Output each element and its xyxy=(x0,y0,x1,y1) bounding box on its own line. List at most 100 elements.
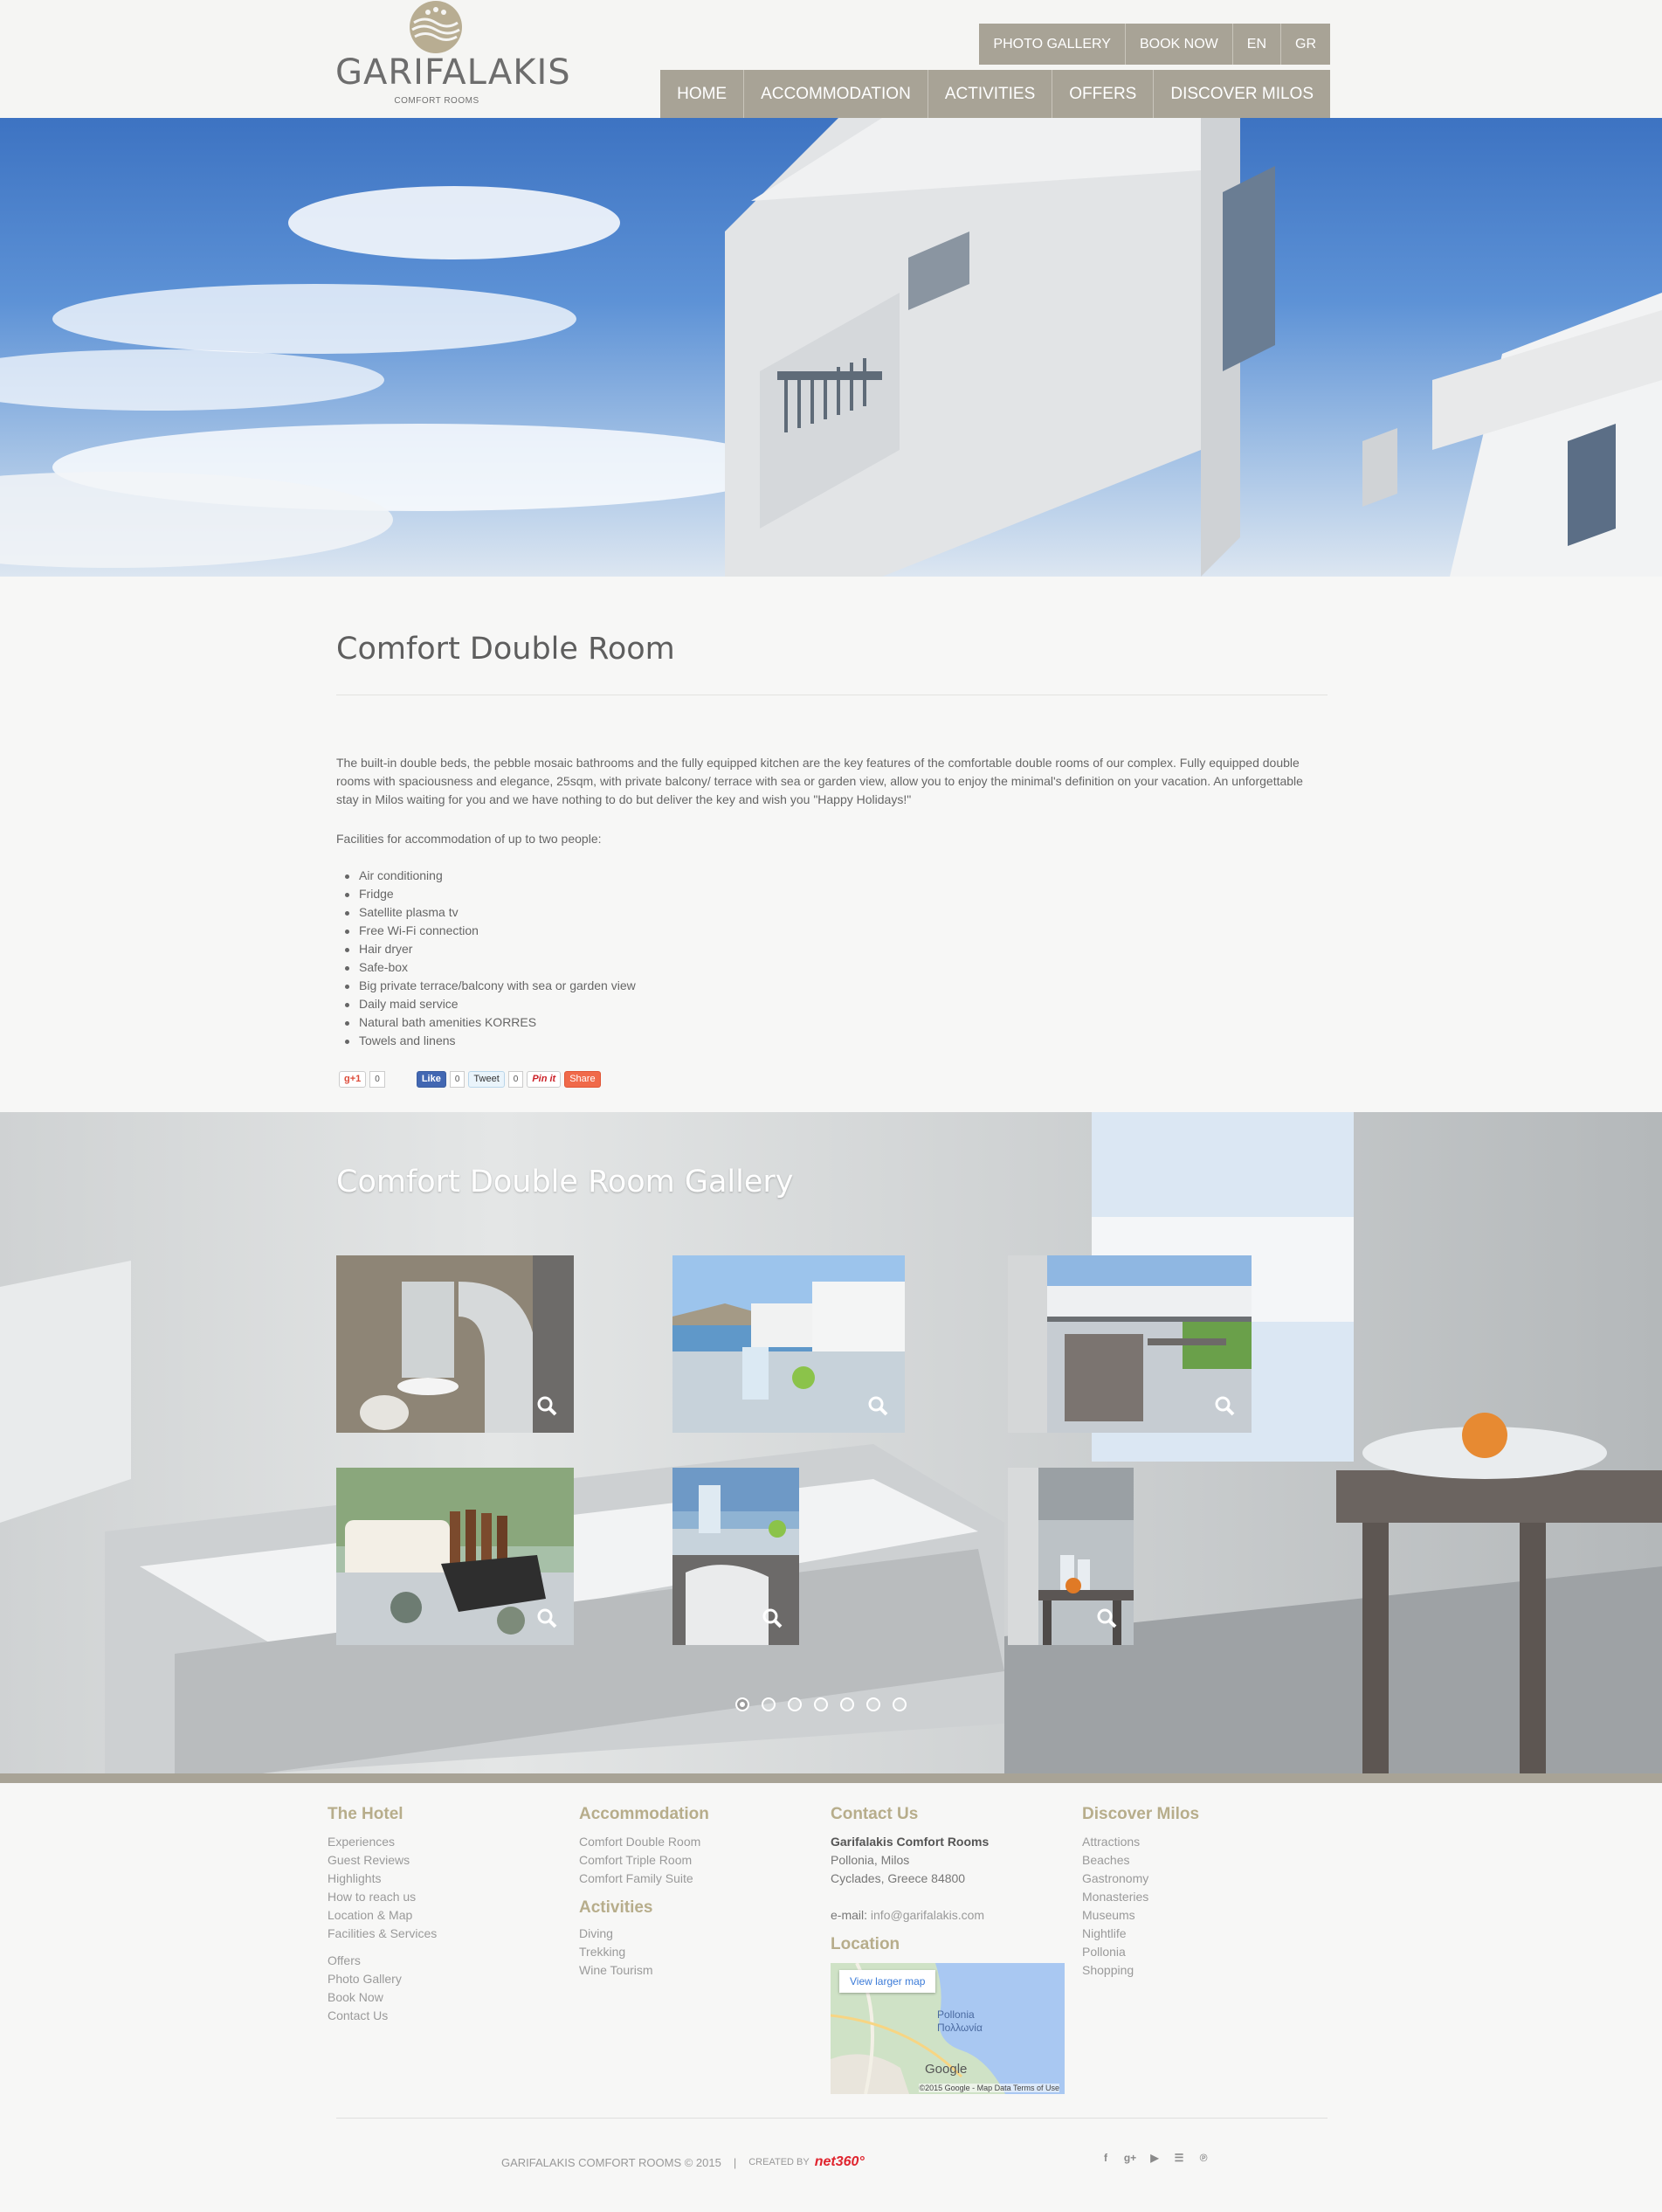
location-map[interactable]: View larger map Pollonia Πολλωνία Google… xyxy=(831,1963,1065,2094)
logo-emblem-icon xyxy=(410,1,462,53)
google-plus-button[interactable]: g+1 xyxy=(339,1070,367,1088)
gallery-thumb-sea-view[interactable] xyxy=(672,1255,905,1433)
footer-link-highlights[interactable]: Highlights xyxy=(328,1870,437,1888)
creator-logo[interactable]: net360° xyxy=(815,2154,865,2170)
logo-name: GARIFALAKIS xyxy=(335,52,571,93)
tweet-button[interactable]: Tweet xyxy=(468,1070,505,1088)
footer-link-nightlife[interactable]: Nightlife xyxy=(1082,1925,1199,1943)
book-now-link[interactable]: BOOK NOW xyxy=(1124,24,1232,65)
footer-link-guest-reviews[interactable]: Guest Reviews xyxy=(328,1851,437,1870)
lang-en-link[interactable]: EN xyxy=(1231,24,1280,65)
footer-link-shopping[interactable]: Shopping xyxy=(1082,1961,1199,1980)
gallery-page-dot-2[interactable] xyxy=(762,1697,776,1711)
footer-link-diving[interactable]: Diving xyxy=(579,1925,709,1943)
share-button[interactable]: Share xyxy=(564,1070,601,1088)
footer-link-attractions[interactable]: Attractions xyxy=(1082,1833,1199,1851)
footer-link-book-now[interactable]: Book Now xyxy=(328,1988,437,2007)
copyright-bar: GARIFALAKIS COMFORT ROOMS © 2015 | CREAT… xyxy=(501,2154,865,2170)
map-credit[interactable]: ©2015 Google - Map Data Terms of Use xyxy=(919,2084,1059,2092)
photo-gallery-link[interactable]: PHOTO GALLERY xyxy=(979,24,1125,65)
youtube-icon[interactable]: ▶ xyxy=(1148,2151,1162,2165)
rss-icon[interactable]: ☰ xyxy=(1172,2151,1186,2165)
footer-link-how-to-reach[interactable]: How to reach us xyxy=(328,1888,437,1906)
footer-link-experiences[interactable]: Experiences xyxy=(328,1833,437,1851)
gallery-page-dot-4[interactable] xyxy=(814,1697,828,1711)
gallery-page-dot-7[interactable] xyxy=(893,1697,907,1711)
view-larger-map-button[interactable]: View larger map xyxy=(839,1970,936,1993)
footer-link-pollonia[interactable]: Pollonia xyxy=(1082,1943,1199,1961)
footer-link-wine-tourism[interactable]: Wine Tourism xyxy=(579,1961,709,1980)
gallery-title: Comfort Double Room Gallery xyxy=(336,1165,794,1199)
footer-link-museums[interactable]: Museums xyxy=(1082,1906,1199,1925)
room-gallery: Comfort Double Room Gallery xyxy=(0,1112,1662,1773)
gallery-thumb-bathroom[interactable] xyxy=(336,1255,574,1433)
facebook-icon[interactable]: f xyxy=(1099,2151,1113,2165)
contact-email-link[interactable]: info@garifalakis.com xyxy=(871,1908,984,1922)
footer-link-location-map[interactable]: Location & Map xyxy=(328,1906,437,1925)
main-nav: HOME ACCOMMODATION ACTIVITIES OFFERS DIS… xyxy=(660,70,1330,118)
contact-address-1: Pollonia, Milos xyxy=(831,1853,910,1867)
nav-activities[interactable]: ACTIVITIES xyxy=(927,70,1052,118)
facebook-like-button[interactable]: Like xyxy=(416,1070,446,1088)
gallery-page-dot-1[interactable] xyxy=(735,1697,749,1711)
footer-link-family-suite[interactable]: Comfort Family Suite xyxy=(579,1870,709,1888)
gallery-page-dot-6[interactable] xyxy=(866,1697,880,1711)
created-by-label: CREATED BY xyxy=(748,2157,810,2167)
gallery-thumb-amenities[interactable] xyxy=(336,1468,574,1645)
footer-link-trekking[interactable]: Trekking xyxy=(579,1943,709,1961)
footer-heading-accommodation: Accommodation xyxy=(579,1805,709,1823)
gallery-thumb-balcony[interactable] xyxy=(1008,1255,1252,1433)
gallery-thumb-kitchen[interactable] xyxy=(1008,1468,1134,1645)
room-description: The built-in double beds, the pebble mos… xyxy=(336,756,1303,806)
hero-building-illustration xyxy=(0,118,1662,577)
facilities-intro: Facilities for accommodation of up to tw… xyxy=(336,832,602,846)
nav-offers[interactable]: OFFERS xyxy=(1052,70,1154,118)
footer-link-offers[interactable]: Offers xyxy=(328,1952,437,1970)
share-bar: g+1 0 Like 0 Tweet 0 Pin it Share xyxy=(339,1070,601,1088)
footer-heading-discover: Discover Milos xyxy=(1082,1805,1200,1823)
footer-col-hotel: The Hotel Experiences Guest Reviews High… xyxy=(328,1805,437,2025)
nav-discover-milos[interactable]: DISCOVER MILOS xyxy=(1153,70,1330,118)
footer-col-discover: Discover Milos Attractions Beaches Gastr… xyxy=(1082,1805,1199,1980)
lang-gr-link[interactable]: GR xyxy=(1280,24,1330,65)
zoom-icon xyxy=(1215,1396,1235,1416)
map-place-label: Pollonia xyxy=(937,2008,975,2021)
list-item: Daily maid service xyxy=(345,995,636,1013)
footer-link-facilities[interactable]: Facilities & Services xyxy=(328,1925,437,1943)
gallery-pagination xyxy=(735,1697,919,1711)
tweet-count: 0 xyxy=(507,1070,524,1088)
footer-heading-contact: Contact Us xyxy=(831,1805,919,1823)
site-header: GARIFALAKIS COMFORT ROOMS PHOTO GALLERY … xyxy=(0,0,1662,118)
gallery-page-dot-5[interactable] xyxy=(840,1697,854,1711)
list-item: Natural bath amenities KORRES xyxy=(345,1013,636,1032)
footer-link-triple-room[interactable]: Comfort Triple Room xyxy=(579,1851,709,1870)
facebook-like-count: 0 xyxy=(449,1070,465,1088)
map-brand: Google xyxy=(925,2062,968,2077)
footer-link-double-room[interactable]: Comfort Double Room xyxy=(579,1833,709,1851)
gallery-background-illustration xyxy=(0,1112,1662,1773)
footer-link-monasteries[interactable]: Monasteries xyxy=(1082,1888,1199,1906)
list-item: Hair dryer xyxy=(345,940,636,958)
map-place-label-gr: Πολλωνία xyxy=(937,2022,983,2034)
pinterest-icon[interactable]: ℗ xyxy=(1197,2151,1210,2165)
zoom-icon xyxy=(762,1608,783,1628)
footer-link-contact-us[interactable]: Contact Us xyxy=(328,2007,437,2025)
footer-link-photo-gallery[interactable]: Photo Gallery xyxy=(328,1970,437,1988)
footer-heading-location: Location xyxy=(831,1935,900,1953)
nav-home[interactable]: HOME xyxy=(660,70,744,118)
footer-link-gastronomy[interactable]: Gastronomy xyxy=(1082,1870,1199,1888)
zoom-icon xyxy=(537,1608,557,1628)
logo[interactable]: GARIFALAKIS COMFORT ROOMS xyxy=(335,0,571,108)
list-item: Air conditioning xyxy=(345,867,636,885)
footer-heading-activities: Activities xyxy=(579,1898,653,1917)
footer-link-beaches[interactable]: Beaches xyxy=(1082,1851,1199,1870)
pin-it-button[interactable]: Pin it xyxy=(527,1070,562,1088)
social-links: f g+ ▶ ☰ ℗ xyxy=(1099,2151,1221,2165)
gallery-page-dot-3[interactable] xyxy=(788,1697,802,1711)
nav-accommodation[interactable]: ACCOMMODATION xyxy=(743,70,928,118)
footer-heading-hotel: The Hotel xyxy=(328,1805,403,1823)
facilities-list: Air conditioning Fridge Satellite plasma… xyxy=(345,867,636,1050)
list-item: Fridge xyxy=(345,885,636,903)
google-plus-icon[interactable]: g+ xyxy=(1123,2151,1137,2165)
gallery-thumb-table-view[interactable] xyxy=(672,1468,799,1645)
